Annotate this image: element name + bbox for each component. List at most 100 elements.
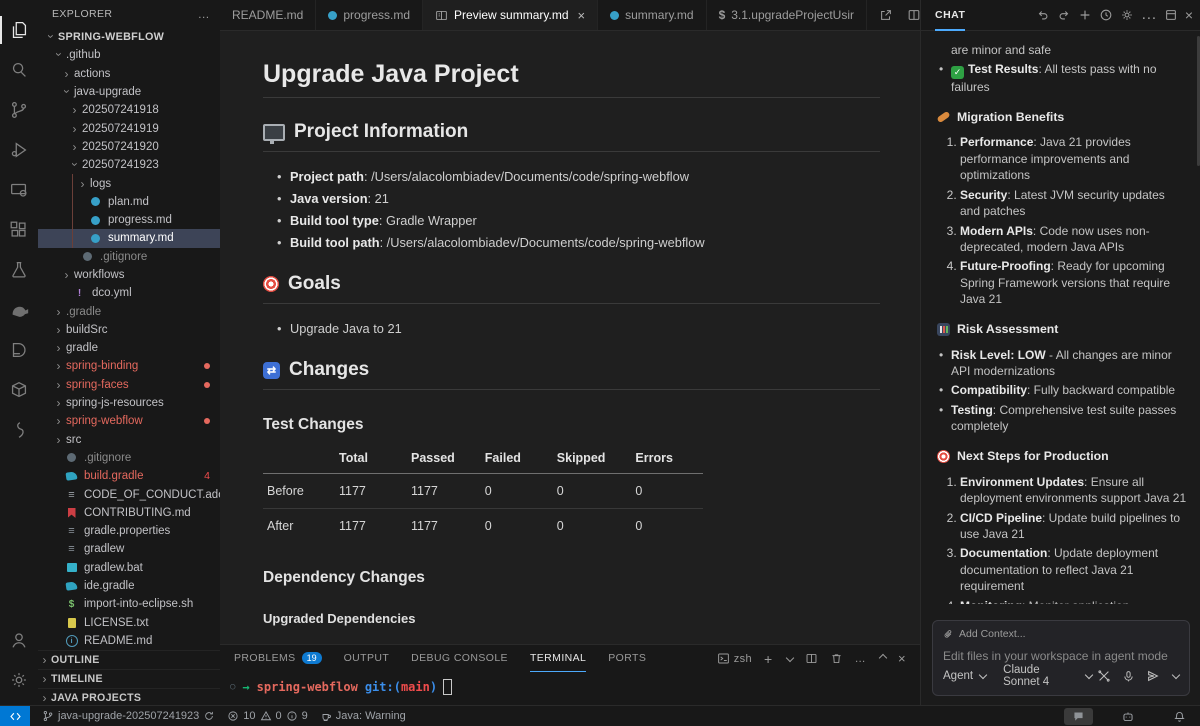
tree-file-item[interactable]: CODE_OF_CONDUCT.adoc [38, 485, 220, 503]
maximize-chat-icon[interactable] [1164, 8, 1178, 22]
more-actions-icon[interactable]: … [1141, 6, 1157, 24]
problems-count-badge: 19 [302, 652, 322, 664]
search-icon[interactable] [0, 50, 38, 90]
tab-summary[interactable]: summary.md [598, 0, 706, 30]
testing-beaker-icon[interactable] [0, 250, 38, 290]
tree-file-item[interactable]: gradle.properties [38, 522, 220, 540]
tree-file-item[interactable]: dco.yml [38, 284, 220, 302]
tab-progress[interactable]: progress.md [316, 0, 423, 30]
tree-folder-item[interactable]: ›gradle [38, 339, 220, 357]
tree-file-item[interactable]: README.md [38, 632, 220, 650]
tree-folder-item[interactable]: ›java-upgrade [38, 83, 220, 101]
shell-selector[interactable]: zsh [717, 652, 752, 665]
kill-terminal-trash-icon[interactable] [830, 652, 843, 665]
table-cell: 0 [481, 474, 553, 509]
model-picker[interactable]: Claude Sonnet 4 [1003, 664, 1079, 688]
undo-icon[interactable] [1036, 8, 1050, 22]
tree-folder-item[interactable]: ›buildSrc [38, 321, 220, 339]
remote-explorer-icon[interactable] [0, 170, 38, 210]
tree-file-item[interactable]: progress.md [38, 211, 220, 229]
panel-tab-problems[interactable]: PROBLEMS 19 [234, 645, 322, 672]
tree-folder-item[interactable]: ›spring-faces [38, 376, 220, 394]
tree-folder-item[interactable]: ›202507241920 [38, 138, 220, 156]
tools-icon[interactable] [1097, 669, 1111, 683]
panel-tab-debug-console[interactable]: DEBUG CONSOLE [411, 645, 508, 672]
open-preview-icon[interactable] [879, 8, 893, 22]
tree-folder-item[interactable]: ›spring-js-resources [38, 394, 220, 412]
tree-folder-item[interactable]: ›spring-binding [38, 357, 220, 375]
tab-preview-summary[interactable]: Preview summary.md × [423, 0, 598, 30]
java-status[interactable]: Java: Warning [320, 710, 406, 722]
tree-file-item[interactable]: .gitignore [38, 449, 220, 467]
split-editor-icon[interactable] [907, 8, 921, 22]
close-chat-icon[interactable]: × [1185, 7, 1193, 23]
tree-file-item[interactable]: LICENSE.txt [38, 614, 220, 632]
maximize-panel-icon[interactable] [879, 653, 887, 661]
history-icon[interactable] [1099, 8, 1113, 22]
chevron-down-icon[interactable] [785, 653, 793, 661]
chat-tab[interactable]: CHAT [935, 0, 965, 31]
sidebar-section-outline[interactable]: ›OUTLINE [38, 650, 220, 669]
explorer-header: EXPLORER … [38, 0, 220, 28]
tree-folder-item[interactable]: ›workflows [38, 266, 220, 284]
container-cube-icon[interactable] [0, 370, 38, 410]
chat-status-icon[interactable] [1064, 708, 1093, 725]
tree-folder-item[interactable]: ›SPRING-WEBFLOW [38, 28, 220, 46]
new-terminal-icon[interactable]: + [764, 651, 773, 667]
explorer-icon[interactable] [0, 10, 38, 50]
redo-icon[interactable] [1057, 8, 1071, 22]
close-icon[interactable]: × [578, 8, 586, 23]
settings-gear-icon[interactable] [1120, 8, 1134, 22]
tree-folder-item[interactable]: ›actions [38, 65, 220, 83]
chat-input[interactable]: Edit files in your workspace in agent mo… [943, 649, 1179, 663]
close-panel-icon[interactable]: × [898, 651, 906, 666]
remote-indicator[interactable] [0, 706, 30, 726]
mode-picker[interactable]: Agent [943, 670, 973, 682]
tree-file-item[interactable]: gradlew [38, 540, 220, 558]
send-icon[interactable] [1146, 669, 1160, 683]
settings-gear-icon[interactable] [0, 660, 38, 700]
git-branch-status[interactable]: java-upgrade-202507241923 [42, 710, 215, 722]
gradle-icon[interactable] [0, 290, 38, 330]
tree-folder-item[interactable]: ›.github [38, 46, 220, 64]
tree-folder-item[interactable]: ›.gradle [38, 302, 220, 320]
docs-d-icon[interactable] [0, 330, 38, 370]
terminal[interactable]: ○ → spring-webflow git:(main) [220, 672, 920, 695]
tree-file-item[interactable]: .gitignore [38, 248, 220, 266]
microphone-icon[interactable] [1122, 670, 1135, 683]
notifications-bell-icon[interactable] [1173, 710, 1186, 723]
tree-file-item[interactable]: gradlew.bat [38, 559, 220, 577]
tree-file-item[interactable]: import-into-eclipse.sh [38, 595, 220, 613]
tree-folder-item[interactable]: ›202507241919 [38, 119, 220, 137]
sidebar-section-java-projects[interactable]: ›JAVA PROJECTS [38, 688, 220, 706]
accounts-icon[interactable] [0, 620, 38, 660]
panel-tab-terminal[interactable]: TERMINAL [530, 645, 586, 672]
tree-folder-item[interactable]: ›logs [38, 174, 220, 192]
more-actions-icon[interactable]: … [198, 7, 210, 21]
feedback-robot-icon[interactable] [1121, 710, 1135, 723]
hook-icon[interactable] [0, 410, 38, 450]
new-chat-icon[interactable] [1078, 8, 1092, 22]
add-context-button[interactable]: Add Context... [943, 628, 1179, 640]
tree-file-item[interactable]: plan.md [38, 193, 220, 211]
tree-file-item[interactable]: CONTRIBUTING.md [38, 504, 220, 522]
sidebar-section-timeline[interactable]: ›TIMELINE [38, 669, 220, 688]
panel-tab-ports[interactable]: PORTS [608, 645, 646, 672]
tree-folder-item[interactable]: ›src [38, 431, 220, 449]
tree-folder-item[interactable]: ›spring-webflow [38, 412, 220, 430]
tree-file-item[interactable]: ide.gradle [38, 577, 220, 595]
tree-item-label: 202507241918 [82, 104, 159, 116]
tree-folder-item[interactable]: ›202507241923 [38, 156, 220, 174]
split-terminal-icon[interactable] [805, 652, 818, 665]
panel-tab-output[interactable]: OUTPUT [344, 645, 390, 672]
tab-upgrade-project[interactable]: $ 3.1.upgradeProjectUsir [707, 0, 867, 30]
source-control-icon[interactable] [0, 90, 38, 130]
tree-file-item[interactable]: build.gradle4 [38, 467, 220, 485]
tree-file-item[interactable]: summary.md [38, 229, 220, 247]
more-actions-icon[interactable]: … [855, 653, 866, 665]
problems-status[interactable]: 10 0 9 [227, 710, 308, 722]
tree-folder-item[interactable]: ›202507241918 [38, 101, 220, 119]
tab-readme[interactable]: README.md [220, 0, 316, 30]
extensions-icon[interactable] [0, 210, 38, 250]
run-and-debug-icon[interactable] [0, 130, 38, 170]
